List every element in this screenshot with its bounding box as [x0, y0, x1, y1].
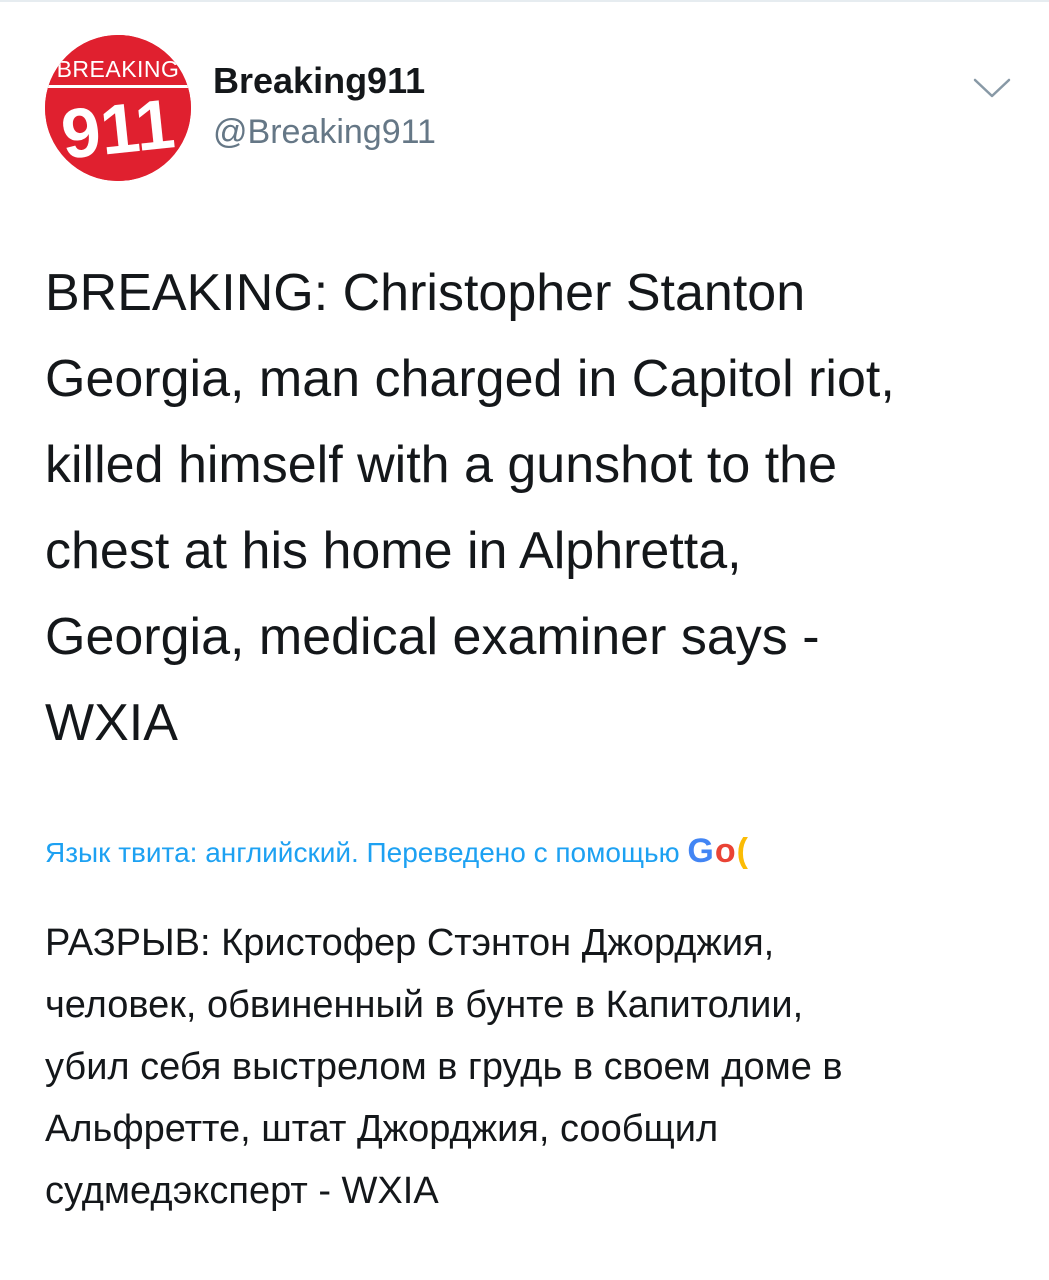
logo-banner-text: BREAKING	[57, 56, 180, 82]
top-divider	[0, 0, 1049, 2]
translation-note[interactable]: Язык твита: английский. Переведено с пом…	[45, 832, 1005, 871]
google-logo: Go(	[687, 832, 749, 870]
author-handle[interactable]: @Breaking911	[213, 113, 436, 152]
breaking911-logo: BREAKING 911	[45, 35, 191, 181]
translation-note-label: Язык твита: английский. Переведено с пом…	[45, 837, 688, 868]
translated-tweet-text: РАЗРЫВ: Кристофер Стэнтон Джорджия, чело…	[45, 922, 843, 1212]
author-display-name[interactable]: Breaking911	[213, 60, 425, 102]
chevron-down-icon[interactable]	[972, 76, 1012, 100]
logo-number-text: 911	[58, 84, 178, 173]
avatar[interactable]: BREAKING 911	[45, 35, 191, 181]
tweet-text: BREAKING: Christopher Stanton Georgia, m…	[45, 264, 895, 752]
